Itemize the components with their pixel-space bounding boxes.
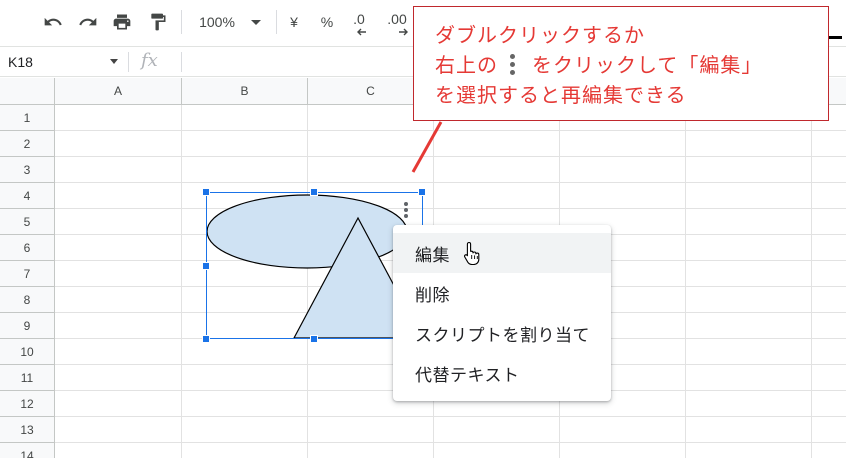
zoom-select[interactable]: 100% [190, 8, 270, 36]
row-header[interactable]: 13 [0, 417, 55, 443]
name-box-value: K18 [8, 53, 33, 70]
print-button[interactable] [109, 8, 135, 36]
resize-handle-left[interactable] [202, 262, 210, 270]
grid-line [55, 182, 846, 183]
resize-handle-top-left[interactable] [202, 188, 210, 196]
grid-line [55, 156, 846, 157]
select-all-corner[interactable] [0, 78, 55, 105]
decrease-decimal-label: .0 [353, 11, 365, 27]
menu-item-label: 代替テキスト [415, 365, 520, 386]
menu-item-assign-script[interactable]: スクリプトを割り当て [393, 313, 611, 353]
hand-pointer-icon [463, 241, 480, 265]
fx-icon: fx [141, 50, 158, 71]
resize-handle-bottom-left[interactable] [202, 335, 210, 343]
paint-format-icon [151, 13, 166, 31]
menu-item-delete[interactable]: 削除 [393, 273, 611, 313]
column-header-a[interactable]: A [55, 78, 182, 105]
callout-line-2-before: 右上の [435, 53, 498, 77]
paint-format-button[interactable] [145, 8, 171, 36]
grid-line [55, 442, 846, 443]
drawing-object[interactable] [202, 188, 426, 343]
zoom-value: 100% [199, 14, 235, 30]
row-header[interactable]: 11 [0, 365, 55, 391]
resize-handle-bottom[interactable] [310, 335, 318, 343]
redo-icon [79, 17, 97, 26]
drawing-canvas [206, 192, 423, 339]
row-header[interactable]: 7 [0, 261, 55, 287]
decrease-decimal-button[interactable]: .0 [346, 8, 372, 36]
currency-label: ¥ [290, 14, 298, 30]
callout-line-3: を選択すると再編集できる [435, 83, 687, 107]
menu-item-edit[interactable]: 編集 [393, 233, 611, 273]
row-header[interactable]: 3 [0, 157, 55, 183]
grid-line [55, 208, 846, 209]
row-header[interactable]: 4 [0, 183, 55, 209]
grid-line [55, 416, 846, 417]
increase-decimal-button[interactable]: .00 [382, 8, 412, 36]
resize-handle-top-right[interactable] [418, 188, 426, 196]
grid-line [811, 105, 812, 458]
menu-item-label: 削除 [415, 285, 450, 306]
grid-line [685, 105, 686, 458]
grid-line [55, 130, 846, 131]
formula-input[interactable] [186, 47, 412, 76]
formula-bar-divider [128, 52, 129, 72]
arrow-left-icon [357, 28, 366, 36]
toolbar-divider [276, 10, 277, 34]
row-header[interactable]: 10 [0, 339, 55, 365]
chevron-down-icon [110, 59, 118, 64]
print-icon [113, 14, 131, 30]
undo-button[interactable] [40, 8, 66, 36]
currency-format-button[interactable]: ¥ [282, 8, 306, 36]
row-header[interactable]: 12 [0, 391, 55, 417]
name-box[interactable]: K18 [0, 47, 126, 76]
increase-decimal-label: .00 [387, 11, 407, 27]
row-header[interactable]: 5 [0, 209, 55, 235]
row-header[interactable]: 8 [0, 287, 55, 313]
drawing-context-menu: 編集 削除 スクリプトを割り当て 代替テキスト [393, 225, 611, 401]
callout-line-2: 右上の をクリックして「編集」 [435, 50, 812, 80]
more-vert-icon[interactable] [403, 202, 409, 220]
toolbar-divider [181, 10, 182, 34]
menu-item-alt-text[interactable]: 代替テキスト [393, 353, 611, 393]
annotation-callout: ダブルクリックするか 右上の をクリックして「編集」 を選択すると再編集できる [413, 6, 829, 121]
callout-line-2-after: をクリックして「編集」 [532, 53, 763, 77]
menu-item-label: スクリプトを割り当て [415, 325, 590, 346]
row-header[interactable]: 6 [0, 235, 55, 261]
resize-handle-top[interactable] [310, 188, 318, 196]
row-header[interactable]: 1 [0, 105, 55, 131]
callout-pointer [411, 121, 443, 173]
column-header-b[interactable]: B [182, 78, 308, 105]
percent-format-button[interactable]: % [315, 8, 339, 36]
row-header[interactable]: 14 [0, 443, 55, 458]
more-vert-icon [506, 53, 518, 76]
callout-line-1: ダブルクリックするか [435, 23, 645, 47]
row-header[interactable]: 2 [0, 131, 55, 157]
menu-item-label: 編集 [415, 245, 450, 266]
undo-icon [44, 17, 62, 26]
row-header[interactable]: 9 [0, 313, 55, 339]
grid-line [181, 105, 182, 458]
arrow-right-icon [399, 28, 408, 36]
redo-button[interactable] [75, 8, 101, 36]
percent-label: % [320, 14, 334, 30]
formula-bar-divider [181, 52, 182, 72]
chevron-down-icon [250, 19, 261, 25]
